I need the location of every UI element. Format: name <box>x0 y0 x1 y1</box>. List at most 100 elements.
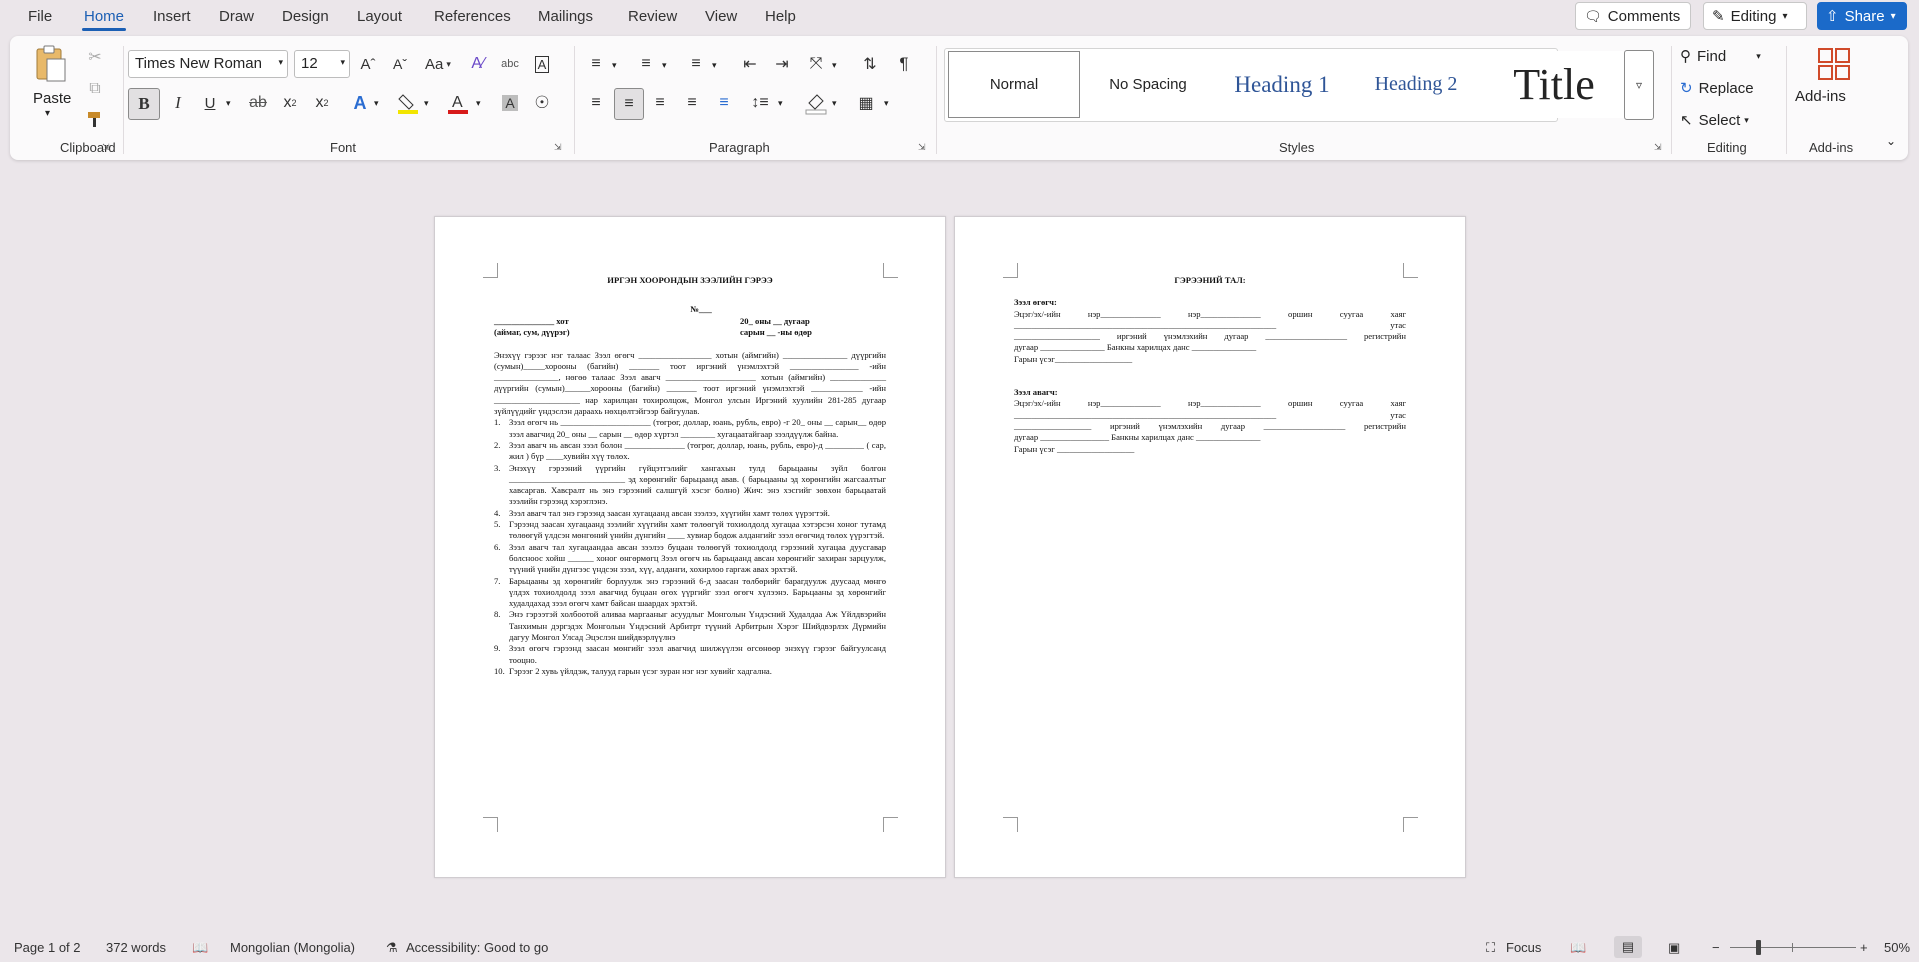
borders-icon[interactable]: ▦ <box>852 88 880 118</box>
enclose-characters-icon[interactable]: ☉ <box>528 88 556 118</box>
style-title[interactable]: Title <box>1484 51 1624 118</box>
strikethrough-button[interactable]: ab <box>244 88 272 118</box>
style-heading-2[interactable]: Heading 2 <box>1350 51 1482 118</box>
add-ins-button-label[interactable]: Add-ins <box>1795 88 1846 105</box>
dialog-launcher-icon[interactable]: ⇲ <box>554 142 562 153</box>
styles-more-icon[interactable]: ▿ <box>1624 50 1654 120</box>
font-color-icon[interactable]: A <box>444 88 472 118</box>
chevron-down-icon[interactable]: ▾ <box>226 98 231 109</box>
word-count[interactable]: 372 words <box>106 940 166 955</box>
paste-icon[interactable] <box>32 44 68 84</box>
find-button[interactable]: ⚲ Find ▾ <box>1680 44 1761 68</box>
shading-icon[interactable] <box>802 88 830 118</box>
add-ins-icon[interactable] <box>1816 46 1852 82</box>
clear-formatting-icon[interactable]: A⁄ <box>466 50 490 78</box>
zoom-out-icon[interactable]: − <box>1712 940 1720 955</box>
replace-button[interactable]: ↻ Replace <box>1680 76 1754 100</box>
text-effects-icon[interactable]: A <box>346 88 374 118</box>
zoom-slider-thumb[interactable] <box>1756 940 1761 955</box>
decrease-indent-icon[interactable]: ⇤ <box>736 50 764 78</box>
page-count[interactable]: Page 1 of 2 <box>14 940 81 955</box>
focus-label[interactable]: Focus <box>1506 940 1541 955</box>
chevron-down-icon[interactable]: ▾ <box>424 98 429 109</box>
paste-chevron-icon[interactable]: ▾ <box>45 108 50 119</box>
copy-icon[interactable]: ⧉ <box>84 78 106 100</box>
multilevel-list-icon[interactable]: ≡ <box>682 50 710 78</box>
chevron-down-icon[interactable]: ▾ <box>374 98 379 109</box>
sort-icon[interactable]: ⇅ <box>856 50 884 78</box>
share-button[interactable]: ⇧ Share ▾ <box>1817 2 1907 30</box>
align-center-icon[interactable]: ≡ <box>614 88 644 120</box>
phonetic-guide-icon[interactable]: abc <box>498 50 522 78</box>
underline-button[interactable]: U <box>196 88 224 118</box>
distributed-icon[interactable]: ≡ <box>710 88 738 118</box>
chevron-down-icon[interactable]: ▾ <box>662 60 667 71</box>
dialog-launcher-icon[interactable]: ⇲ <box>102 142 110 153</box>
show-formatting-icon[interactable]: ¶ <box>890 50 918 78</box>
zoom-slider[interactable] <box>1730 940 1856 955</box>
editing-mode-button[interactable]: ✎ Editing ▾ <box>1703 2 1807 30</box>
menu-mailings[interactable]: Mailings <box>538 8 593 25</box>
character-border-icon[interactable]: A <box>530 50 554 78</box>
chevron-down-icon[interactable]: ▾ <box>832 60 837 71</box>
align-left-icon[interactable]: ≡ <box>582 88 610 118</box>
font-size-combo[interactable]: 12 ▾ <box>294 50 350 78</box>
read-mode-icon[interactable]: 📖 <box>1570 940 1586 956</box>
style-heading-1[interactable]: Heading 1 <box>1216 51 1348 118</box>
comments-button[interactable]: 🗨 Comments <box>1575 2 1691 30</box>
cut-icon[interactable]: ✂ <box>84 46 106 68</box>
menu-insert[interactable]: Insert <box>153 8 191 25</box>
shrink-font-icon[interactable]: Aˇ <box>387 50 413 78</box>
italic-button[interactable]: I <box>164 88 192 118</box>
menu-references[interactable]: References <box>434 8 511 25</box>
menu-file[interactable]: File <box>28 8 52 25</box>
zoom-level[interactable]: 50% <box>1884 940 1910 955</box>
align-right-icon[interactable]: ≡ <box>646 88 674 118</box>
menu-view[interactable]: View <box>705 8 737 25</box>
document-page-2[interactable]: ГЭРЭЭНИЙ ТАЛ: Зээл өгөгч: Эцэг/эх/-ийн н… <box>954 216 1466 878</box>
menu-home[interactable]: Home <box>81 8 127 31</box>
menu-draw[interactable]: Draw <box>219 8 254 25</box>
print-layout-icon[interactable]: ▤ <box>1614 936 1642 958</box>
menu-layout[interactable]: Layout <box>357 8 402 25</box>
chevron-down-icon[interactable]: ▾ <box>778 98 783 109</box>
menu-design[interactable]: Design <box>282 8 329 25</box>
chevron-down-icon[interactable]: ▾ <box>476 98 481 109</box>
character-shading-icon[interactable]: A <box>496 88 524 118</box>
grow-font-icon[interactable]: Aˆ <box>355 50 381 78</box>
menu-help[interactable]: Help <box>765 8 796 25</box>
paste-label[interactable]: Paste <box>33 90 71 107</box>
text-direction-icon[interactable]: ⤧ <box>802 50 830 78</box>
chevron-down-icon[interactable]: ▾ <box>884 98 889 109</box>
proofing-icon[interactable]: 📖 <box>192 940 208 956</box>
font-family-combo[interactable]: Times New Roman ▾ <box>128 50 288 78</box>
change-case-button[interactable]: Aa ▾ <box>420 50 456 78</box>
superscript-button[interactable]: x2 <box>308 88 336 118</box>
justify-icon[interactable]: ≡ <box>678 88 706 118</box>
document-page-1[interactable]: ИРГЭН ХООРОНДЫН ЗЭЭЛИЙН ГЭРЭЭ №___ _____… <box>434 216 946 878</box>
highlight-color-icon[interactable] <box>394 88 422 118</box>
language-indicator[interactable]: Mongolian (Mongolia) <box>230 940 355 955</box>
dialog-launcher-icon[interactable]: ⇲ <box>1654 142 1662 153</box>
menu-review[interactable]: Review <box>628 8 677 25</box>
style-no-spacing[interactable]: No Spacing <box>1082 51 1214 118</box>
bullets-icon[interactable]: ≡ <box>582 50 610 78</box>
zoom-in-icon[interactable]: + <box>1860 940 1868 955</box>
dialog-launcher-icon[interactable]: ⇲ <box>918 142 926 153</box>
style-normal[interactable]: Normal <box>948 51 1080 118</box>
collapse-ribbon-icon[interactable]: ⌄ <box>1886 134 1896 148</box>
chevron-down-icon[interactable]: ▾ <box>832 98 837 109</box>
accessibility-status[interactable]: Accessibility: Good to go <box>406 940 548 955</box>
chevron-down-icon[interactable]: ▾ <box>712 60 717 71</box>
chevron-down-icon[interactable]: ▾ <box>612 60 617 71</box>
accessibility-icon[interactable]: ⚗ <box>386 940 398 956</box>
format-painter-icon[interactable] <box>84 108 106 130</box>
bold-button[interactable]: B <box>128 88 160 120</box>
subscript-button[interactable]: x2 <box>276 88 304 118</box>
line-spacing-icon[interactable]: ↕≡ <box>746 88 774 118</box>
select-button[interactable]: ↖ Select ▾ <box>1680 108 1749 132</box>
increase-indent-icon[interactable]: ⇥ <box>768 50 796 78</box>
web-layout-icon[interactable]: ▣ <box>1668 940 1680 956</box>
numbering-icon[interactable]: ≡ <box>632 50 660 78</box>
focus-icon[interactable]: ⛶ <box>1486 940 1495 956</box>
